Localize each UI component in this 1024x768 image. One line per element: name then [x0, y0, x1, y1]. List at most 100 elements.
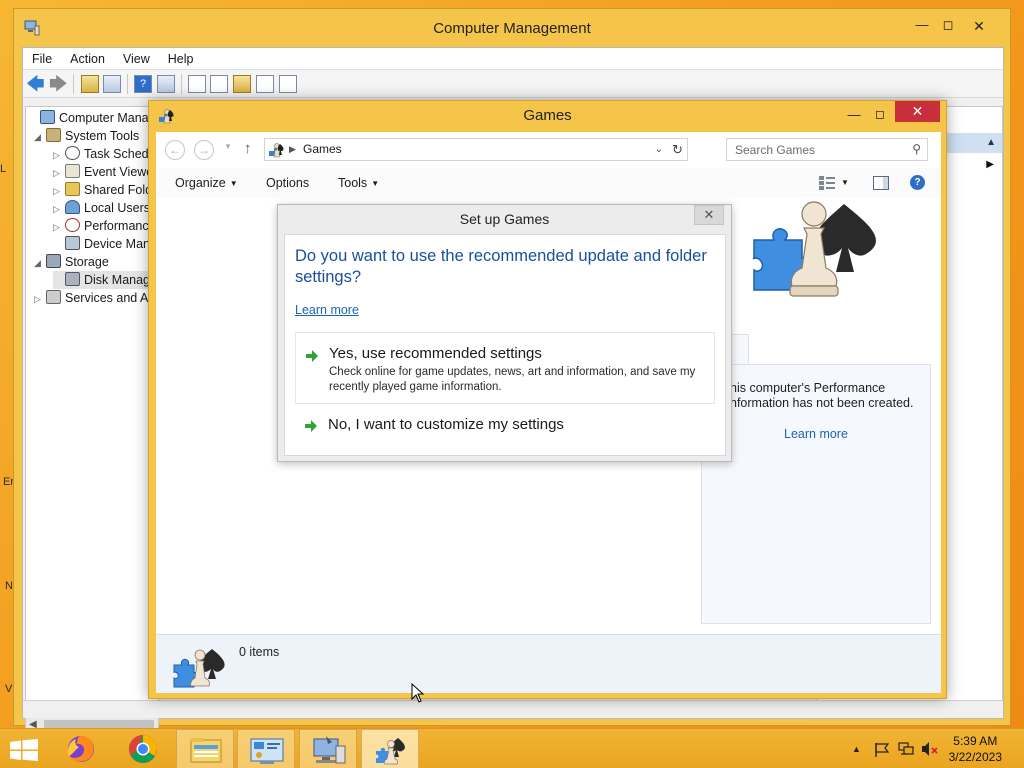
clock-icon	[65, 146, 80, 160]
tree-item-local-users[interactable]: ▷ Local Users	[53, 199, 150, 217]
tree-item-storage[interactable]: ◢ Storage	[34, 253, 109, 271]
windows-start-icon[interactable]	[10, 739, 38, 761]
expand-icon[interactable]: ▷	[53, 146, 65, 164]
tree-item-system-tools[interactable]: ◢ System Tools	[34, 127, 139, 145]
maximize-button[interactable]: ◻	[870, 106, 890, 124]
close-button[interactable]: ✕	[956, 15, 1002, 37]
show-hide-tree-icon[interactable]	[103, 75, 121, 93]
tree-item-shared-folders[interactable]: ▷ Shared Folde	[53, 181, 158, 200]
shared-folder-icon	[65, 182, 80, 196]
mouse-cursor-icon	[411, 683, 425, 703]
taskbar-file-explorer[interactable]	[176, 729, 234, 768]
find-icon[interactable]	[256, 75, 274, 93]
back-arrow-icon[interactable]: 🡄	[26, 75, 45, 93]
console-tree: Computer Manage ◢ System Tools ▷ Task Sche…	[25, 106, 159, 702]
event-viewer-icon	[65, 164, 80, 178]
expand-icon[interactable]: ▷	[53, 218, 65, 236]
show-hide-action-pane-icon[interactable]	[157, 75, 175, 93]
customize-settings-option[interactable]: No, I want to customize my settings	[295, 409, 715, 443]
network-icon[interactable]	[898, 741, 914, 757]
services-icon	[46, 290, 61, 304]
computer-icon	[40, 110, 55, 124]
games-icon	[376, 738, 405, 765]
collapse-up-icon[interactable]: ▲	[986, 133, 996, 153]
refresh-icon[interactable]: ↻	[672, 139, 683, 160]
green-arrow-icon	[306, 350, 318, 362]
collapse-icon[interactable]: ◢	[34, 254, 46, 272]
options-button[interactable]: Options	[266, 168, 309, 198]
tree-item-task-scheduler[interactable]: ▷ Task Schedu	[53, 145, 156, 163]
storage-icon	[46, 254, 61, 268]
taskbar-computer-management[interactable]	[299, 729, 357, 768]
taskbar-control-panel[interactable]	[237, 729, 295, 768]
expand-icon[interactable]: ▷	[34, 290, 46, 308]
option-yes-title: Yes, use recommended settings	[329, 345, 542, 362]
more-actions-arrow-icon[interactable]: ▶	[986, 159, 994, 170]
tree-item-device-manager[interactable]: Device Man	[53, 235, 150, 253]
forward-arrow-icon[interactable]: 🡆	[49, 75, 68, 93]
dialog-title: Set up Games	[459, 211, 550, 227]
window-title: Computer Management	[433, 20, 591, 37]
collapse-icon[interactable]: ◢	[34, 128, 46, 146]
menu-action[interactable]: Action	[61, 48, 114, 70]
learn-more-link[interactable]: Learn more	[295, 303, 359, 317]
taskbar-games[interactable]	[361, 729, 419, 768]
action-center-flag-icon[interactable]	[874, 742, 890, 757]
expand-icon[interactable]: ▷	[53, 200, 65, 218]
minimize-button[interactable]: —	[844, 106, 864, 124]
search-input[interactable]	[727, 139, 897, 160]
window-title: Games	[523, 107, 572, 124]
up-folder-icon[interactable]	[81, 75, 99, 93]
tree-item-performance[interactable]: ▷ Performanc	[53, 217, 149, 235]
menu-file[interactable]: File	[23, 48, 61, 70]
option-no-title: No, I want to customize my settings	[328, 416, 564, 433]
back-icon[interactable]: ←	[165, 140, 185, 160]
open-folder-icon[interactable]	[233, 75, 251, 93]
address-bar[interactable]: ▶ Games ⌄ ↻	[264, 138, 688, 161]
search-icon[interactable]: ⚲	[912, 142, 921, 156]
dropdown-caret-icon: ▼	[371, 179, 380, 188]
tree-item-event-viewer[interactable]: ▷ Event Viewe	[53, 163, 153, 181]
setup-games-dialog: Set up Games ✕ Do you want to use the re…	[277, 204, 732, 462]
firefox-icon	[67, 736, 94, 762]
expand-icon[interactable]: ▷	[53, 164, 65, 182]
dialog-close-button[interactable]: ✕	[694, 205, 724, 225]
clock-time: 5:39 AM	[953, 734, 998, 748]
games-folder-icon	[269, 143, 284, 158]
tree-item-computer-management[interactable]: Computer Manage	[28, 109, 158, 127]
menu-view[interactable]: View	[114, 48, 159, 70]
system-clock[interactable]: 5:39 AM 3/22/2023	[949, 733, 1002, 765]
taskbar-firefox[interactable]	[52, 729, 110, 768]
show-hidden-icons-icon[interactable]: ▲	[852, 729, 861, 768]
volume-muted-icon[interactable]	[921, 741, 939, 757]
taskbar-chrome[interactable]	[114, 729, 172, 768]
desktop-edge-label: L	[0, 163, 7, 175]
tree-item-disk-management[interactable]: Disk Manag	[53, 271, 156, 289]
dropdown-caret-icon: ▼	[229, 179, 238, 188]
recent-locations-icon[interactable]: ▼	[224, 142, 232, 151]
help-icon[interactable]: ?	[134, 75, 152, 93]
items-count: 0 items	[239, 645, 280, 659]
address-dropdown-icon[interactable]: ⌄	[655, 139, 663, 160]
breadcrumb-separator-icon[interactable]: ▶	[289, 139, 296, 160]
help-icon[interactable]: ?	[910, 175, 925, 190]
forward-icon[interactable]: →	[194, 140, 214, 160]
close-button[interactable]: ✕	[895, 101, 940, 122]
search-box[interactable]: ⚲	[726, 138, 928, 161]
properties-icon[interactable]	[210, 75, 228, 93]
use-recommended-settings-option[interactable]: Yes, use recommended settings Check onli…	[295, 332, 715, 404]
up-arrow-icon[interactable]: ↑	[244, 140, 252, 157]
menu-help[interactable]: Help	[159, 48, 203, 70]
tools-button[interactable]: Tools ▼	[338, 168, 379, 199]
tree-item-services-and-applications[interactable]: ▷ Services and Ap	[34, 289, 155, 307]
refresh-icon[interactable]	[188, 75, 206, 93]
minimize-button[interactable]: —	[912, 17, 932, 33]
status-bar	[23, 700, 1003, 718]
breadcrumb-games[interactable]: Games	[303, 139, 342, 160]
export-list-icon[interactable]	[279, 75, 297, 93]
maximize-button[interactable]: ◻	[938, 17, 958, 33]
organize-button[interactable]: Organize ▼	[175, 168, 238, 199]
expand-icon[interactable]: ▷	[53, 182, 65, 200]
performance-learn-more-link[interactable]: Learn more	[784, 427, 848, 441]
toolbar: 🡄 🡆 ?	[23, 70, 1003, 98]
